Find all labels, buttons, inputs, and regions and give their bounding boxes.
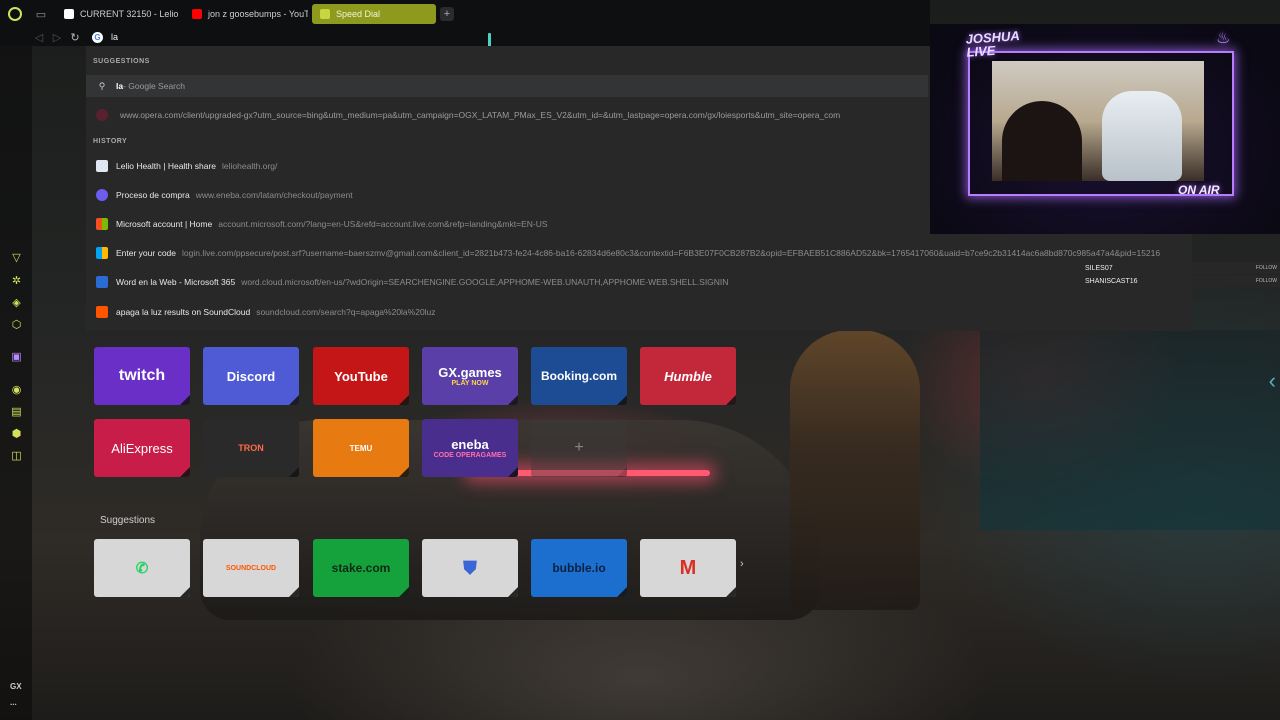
new-tab-button[interactable]: + (440, 7, 454, 21)
gmail-icon: M (679, 556, 697, 579)
hot-tabs-killer-icon[interactable]: ⬡ (10, 318, 23, 331)
tab-label: CURRENT 32150 - Lelio - I (80, 9, 180, 19)
streamer (1002, 101, 1082, 181)
chat-row: SHANISCAST16 FOLLOW (1082, 275, 1280, 287)
gx-cleaner-icon[interactable]: ✲ (10, 274, 23, 287)
gx-corner-icon[interactable]: ◈ (10, 296, 23, 309)
history-row[interactable]: Enter your code login.live.com/ppsecure/… (86, 242, 1192, 264)
gx-control-icon[interactable]: ▽ (10, 251, 23, 264)
eneba-icon (96, 189, 108, 201)
search-query: la (116, 81, 124, 91)
lelio-icon (96, 160, 108, 172)
soundcloud-icon (96, 306, 108, 318)
tab-speed-dial[interactable]: Speed Dial (312, 4, 436, 24)
tab-youtube[interactable]: jon z goosebumps - YouTube (184, 4, 308, 24)
opera-icon (96, 109, 108, 121)
twitch-icon[interactable]: ▣ (10, 350, 23, 363)
history-section-heading: HISTORY (93, 138, 128, 145)
tab-label: jon z goosebumps - YouTube (208, 9, 308, 19)
youtube-favicon-icon (192, 9, 202, 19)
opera-gx-logo-icon[interactable] (0, 0, 30, 28)
news-icon[interactable]: ▤ (10, 405, 23, 418)
search-suffix: - Google Search (123, 81, 185, 91)
suggestions-heading: Suggestions (100, 515, 156, 526)
address-row: ◁ ▷ ↻ G (0, 28, 930, 46)
speed-dial-temu[interactable]: TEMU (313, 419, 409, 477)
speed-dial-gx-games[interactable]: GX.games PLAY NOW (422, 347, 518, 405)
speed-dial-twitch[interactable]: twitch (94, 347, 190, 405)
suggestion-gmail[interactable]: M (640, 539, 736, 597)
tab-switcher-icon[interactable]: ▭ (30, 0, 52, 28)
wallet-icon[interactable]: ◫ (10, 449, 23, 462)
search-suggestion-row[interactable]: ⚲ la - Google Search (86, 75, 928, 97)
microsoft-icon (96, 218, 108, 230)
promo-url: www.opera.com/client/upgraded-gx?utm_sou… (120, 110, 841, 120)
whatsapp-icon: ✆ (135, 560, 149, 577)
history-row[interactable]: Word en la Web - Microsoft 365 word.clou… (86, 271, 1192, 293)
sidebar: ▽ ✲ ◈ ⬡ ▣ ◉ ▤ ⬢ ◫ GX ... (0, 46, 32, 720)
history-row[interactable]: apaga la luz results on SoundCloud sound… (86, 301, 1192, 323)
suggestion-bubble[interactable]: bubble.io (531, 539, 627, 597)
suggestion-google-account[interactable]: ⛊ (422, 539, 518, 597)
speed-dial-booking[interactable]: Booking.com (531, 347, 627, 405)
suggestion-soundcloud[interactable]: SOUNDCLOUD (203, 539, 299, 597)
stream-overlay: JOSHUA LIVE ♨ ON AIR (930, 24, 1280, 234)
suggestions-next-icon[interactable]: › (740, 558, 744, 570)
back-icon[interactable]: ◁ (30, 31, 48, 44)
cube-icon[interactable]: ⬢ (10, 427, 23, 440)
chat-row: SILES07 FOLLOW (1082, 262, 1280, 274)
background-person (790, 330, 920, 610)
suggestion-stake[interactable]: stake.com (313, 539, 409, 597)
speed-dial-favicon-icon (320, 9, 330, 19)
speed-dial-humble[interactable]: Humble (640, 347, 736, 405)
speed-dial-discord[interactable]: Discord (203, 347, 299, 405)
stream-chat: SILES07 FOLLOW SHANISCAST16 FOLLOW (1082, 262, 1280, 288)
word-icon (96, 276, 108, 288)
more-icon[interactable]: ... (10, 698, 17, 707)
gx-button[interactable]: GX (10, 682, 22, 691)
google-icon: G (92, 31, 103, 43)
reload-icon[interactable]: ↻ (66, 31, 84, 44)
speed-dial-eneba[interactable]: eneba CODE OPERAGAMES (422, 419, 518, 477)
webcam-feed (992, 61, 1204, 181)
address-input[interactable] (111, 32, 311, 42)
add-speed-dial-button[interactable]: + (531, 419, 627, 477)
next-wallpaper-icon[interactable]: ‹ (1269, 368, 1276, 394)
flame-icon: ♨ (1216, 30, 1231, 47)
microsoft-icon (96, 247, 108, 259)
tab-bar: ▭ CURRENT 32150 - Lelio - I jon z gooseb… (0, 0, 930, 28)
speed-dial-disney-tron[interactable]: TRON (203, 419, 299, 477)
on-air-label: ON AIR (1178, 183, 1220, 197)
lelio-favicon-icon (64, 9, 74, 19)
streamer-name: JOSHUA LIVE (965, 28, 1020, 60)
speed-dial-aliexpress[interactable]: AliExpress (94, 419, 190, 477)
shield-icon: ⛊ (463, 557, 477, 578)
address-bar[interactable]: G (88, 29, 930, 45)
search-icon: ⚲ (98, 80, 106, 91)
tab-label: Speed Dial (336, 9, 381, 19)
forward-icon[interactable]: ▷ (48, 31, 66, 44)
suggestions-section-heading: SUGGESTIONS (93, 58, 150, 65)
speed-dial-youtube[interactable]: YouTube (313, 347, 409, 405)
gaming-chair (1102, 91, 1182, 181)
tab-lelio[interactable]: CURRENT 32150 - Lelio - I (56, 4, 180, 24)
suggestion-whatsapp[interactable]: ✆ (94, 539, 190, 597)
background-building (980, 330, 1280, 530)
music-player-icon[interactable]: ◉ (10, 383, 23, 396)
